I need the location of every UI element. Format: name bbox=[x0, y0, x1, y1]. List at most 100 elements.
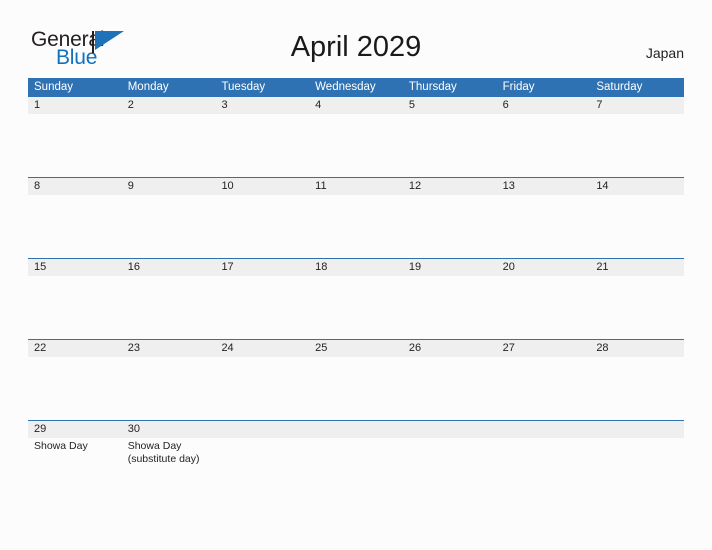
day-number[interactable]: 27 bbox=[497, 340, 591, 357]
day-cell[interactable] bbox=[497, 114, 591, 177]
day-number[interactable]: 10 bbox=[215, 178, 309, 195]
day-cell[interactable] bbox=[403, 114, 497, 177]
day-number[interactable]: 3 bbox=[215, 97, 309, 114]
day-number bbox=[590, 421, 684, 438]
day-cell[interactable]: Showa Day bbox=[28, 438, 122, 501]
day-number[interactable]: 2 bbox=[122, 97, 216, 114]
page-title: April 2029 bbox=[290, 31, 422, 63]
day-cell[interactable] bbox=[28, 114, 122, 177]
day-number[interactable]: 1 bbox=[28, 97, 122, 114]
week-event-area bbox=[28, 357, 684, 420]
day-cell[interactable] bbox=[309, 114, 403, 177]
day-cell[interactable] bbox=[28, 276, 122, 339]
day-cell[interactable] bbox=[497, 195, 591, 258]
day-cell[interactable] bbox=[403, 357, 497, 420]
day-number[interactable]: 25 bbox=[309, 340, 403, 357]
day-cell[interactable] bbox=[309, 276, 403, 339]
day-number[interactable]: 12 bbox=[403, 178, 497, 195]
day-cell[interactable] bbox=[122, 276, 216, 339]
week-date-band: 22 23 24 25 26 27 28 bbox=[28, 340, 684, 357]
day-cell[interactable] bbox=[309, 357, 403, 420]
weekday-header-tuesday: Tuesday bbox=[221, 81, 266, 93]
day-number[interactable]: 5 bbox=[403, 97, 497, 114]
weekday-header-wednesday: Wednesday bbox=[315, 81, 376, 93]
calendar-week-row: 1 2 3 4 5 6 7 bbox=[28, 96, 684, 177]
day-cell[interactable] bbox=[590, 195, 684, 258]
week-date-band: 8 9 10 11 12 13 14 bbox=[28, 178, 684, 195]
weekday-header-sunday: Sunday bbox=[34, 81, 74, 93]
day-cell[interactable] bbox=[215, 276, 309, 339]
week-event-area bbox=[28, 114, 684, 177]
calendar-week-row: 15 16 17 18 19 20 21 bbox=[28, 258, 684, 339]
day-number[interactable]: 22 bbox=[28, 340, 122, 357]
day-number[interactable]: 17 bbox=[215, 259, 309, 276]
day-cell[interactable] bbox=[215, 114, 309, 177]
day-cell bbox=[590, 438, 684, 501]
day-number[interactable]: 30 bbox=[122, 421, 216, 438]
day-cell[interactable] bbox=[122, 357, 216, 420]
day-cell[interactable] bbox=[590, 114, 684, 177]
day-number[interactable]: 28 bbox=[590, 340, 684, 357]
weekday-header-row: Sunday Monday Tuesday Wednesday Thursday… bbox=[28, 78, 684, 96]
day-number bbox=[403, 421, 497, 438]
calendar-week-row: 29 30 Showa Day Showa Day (substitute da… bbox=[28, 420, 684, 501]
day-number[interactable]: 6 bbox=[497, 97, 591, 114]
day-number[interactable]: 14 bbox=[590, 178, 684, 195]
day-number[interactable]: 18 bbox=[309, 259, 403, 276]
day-cell[interactable] bbox=[497, 357, 591, 420]
day-number[interactable]: 26 bbox=[403, 340, 497, 357]
week-event-area bbox=[28, 195, 684, 258]
day-number[interactable]: 29 bbox=[28, 421, 122, 438]
day-number[interactable]: 9 bbox=[122, 178, 216, 195]
day-number bbox=[215, 421, 309, 438]
day-cell[interactable]: Showa Day (substitute day) bbox=[122, 438, 216, 501]
weekday-header-thursday: Thursday bbox=[408, 81, 457, 93]
day-number[interactable]: 7 bbox=[590, 97, 684, 114]
week-event-area bbox=[28, 276, 684, 339]
day-number[interactable]: 24 bbox=[215, 340, 309, 357]
page-header: General Blue April 2029 Japan bbox=[0, 0, 712, 76]
day-number bbox=[497, 421, 591, 438]
week-event-area: Showa Day Showa Day (substitute day) bbox=[28, 438, 684, 501]
day-cell bbox=[309, 438, 403, 501]
day-event-text: Showa Day (substitute day) bbox=[127, 440, 200, 465]
day-cell[interactable] bbox=[215, 195, 309, 258]
day-cell[interactable] bbox=[590, 357, 684, 420]
week-date-band: 29 30 bbox=[28, 421, 684, 438]
day-number[interactable]: 4 bbox=[309, 97, 403, 114]
day-event-text: Showa Day bbox=[34, 440, 88, 452]
day-number[interactable]: 15 bbox=[28, 259, 122, 276]
day-number[interactable]: 8 bbox=[28, 178, 122, 195]
day-number[interactable]: 23 bbox=[122, 340, 216, 357]
week-date-band: 15 16 17 18 19 20 21 bbox=[28, 259, 684, 276]
day-cell[interactable] bbox=[122, 195, 216, 258]
day-cell[interactable] bbox=[403, 276, 497, 339]
day-cell[interactable] bbox=[309, 195, 403, 258]
day-cell bbox=[403, 438, 497, 501]
day-number[interactable]: 13 bbox=[497, 178, 591, 195]
day-number[interactable]: 20 bbox=[497, 259, 591, 276]
calendar-page: General Blue April 2029 Japan Sunday Mon… bbox=[0, 0, 712, 550]
day-cell[interactable] bbox=[122, 114, 216, 177]
country-label: Japan bbox=[645, 45, 684, 61]
day-cell[interactable] bbox=[28, 357, 122, 420]
week-date-band: 1 2 3 4 5 6 7 bbox=[28, 97, 684, 114]
day-cell[interactable] bbox=[28, 195, 122, 258]
day-number[interactable]: 21 bbox=[590, 259, 684, 276]
day-number bbox=[309, 421, 403, 438]
day-cell bbox=[497, 438, 591, 501]
weekday-header-friday: Friday bbox=[502, 81, 535, 93]
day-number[interactable]: 16 bbox=[122, 259, 216, 276]
calendar-week-row: 8 9 10 11 12 13 14 bbox=[28, 177, 684, 258]
day-cell[interactable] bbox=[497, 276, 591, 339]
weekday-header-saturday: Saturday bbox=[596, 81, 643, 93]
day-number[interactable]: 11 bbox=[309, 178, 403, 195]
day-number[interactable]: 19 bbox=[403, 259, 497, 276]
weekday-header-monday: Monday bbox=[127, 81, 169, 93]
calendar-week-row: 22 23 24 25 26 27 28 bbox=[28, 339, 684, 420]
day-cell[interactable] bbox=[215, 357, 309, 420]
day-cell bbox=[215, 438, 309, 501]
day-cell[interactable] bbox=[590, 276, 684, 339]
day-cell[interactable] bbox=[403, 195, 497, 258]
calendar-grid: Sunday Monday Tuesday Wednesday Thursday… bbox=[28, 78, 684, 501]
